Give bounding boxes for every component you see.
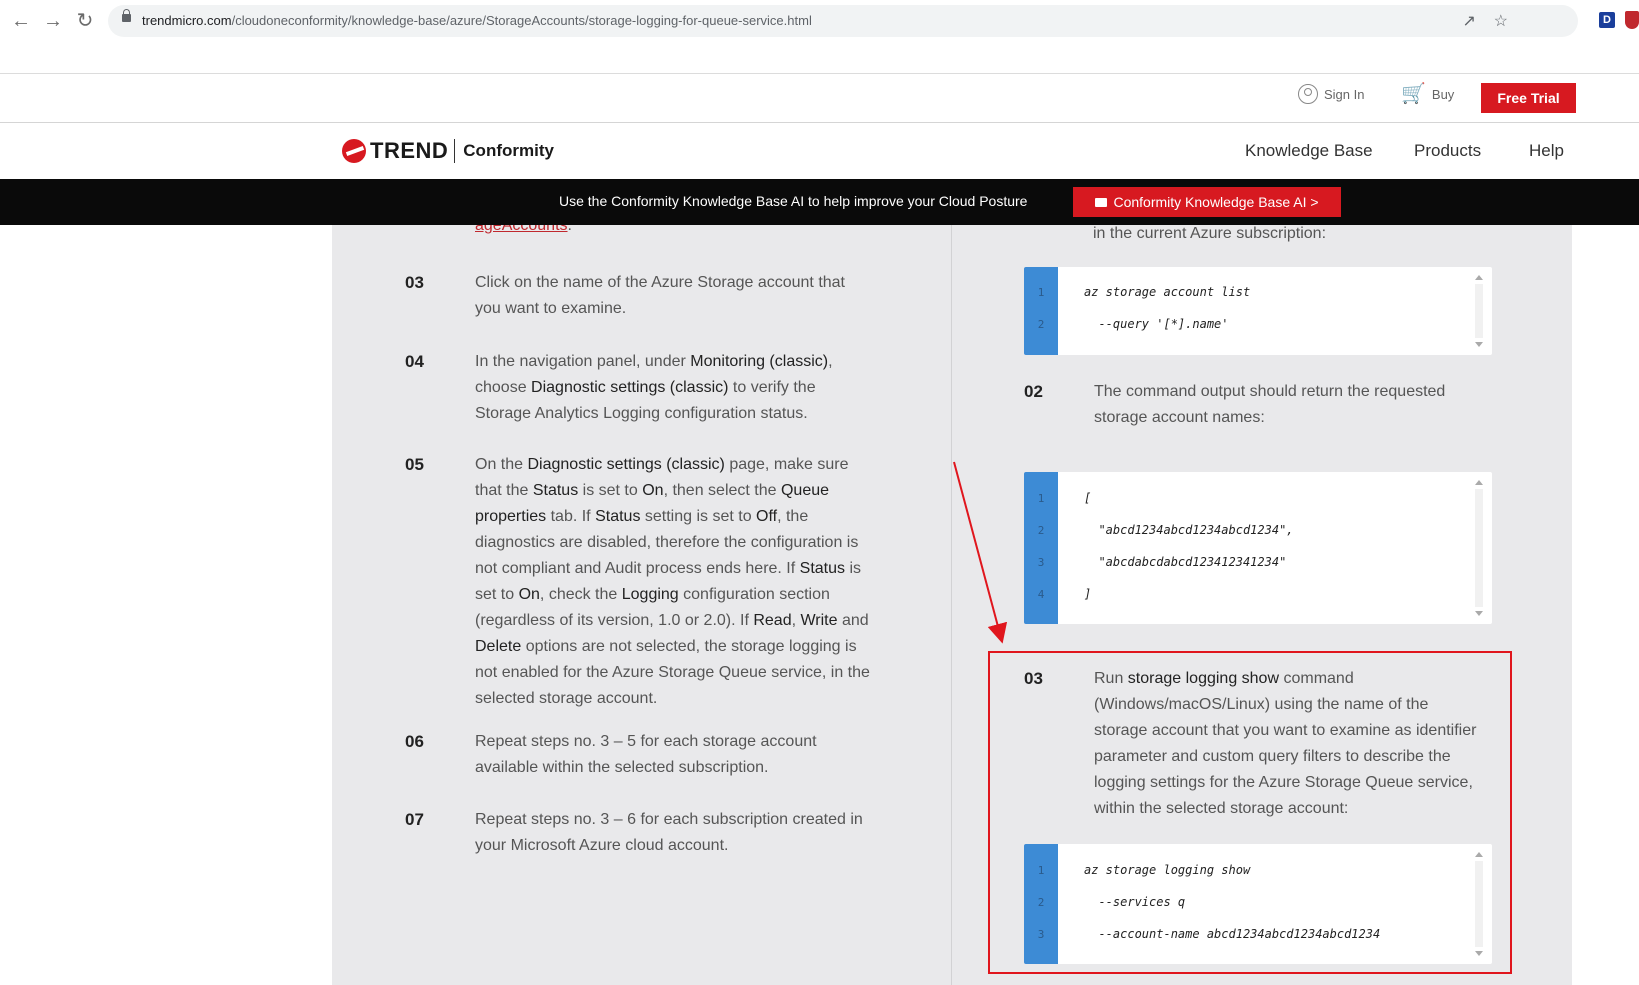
annotation-highlight-box xyxy=(988,651,1512,974)
annotation-arrow xyxy=(953,461,1008,644)
